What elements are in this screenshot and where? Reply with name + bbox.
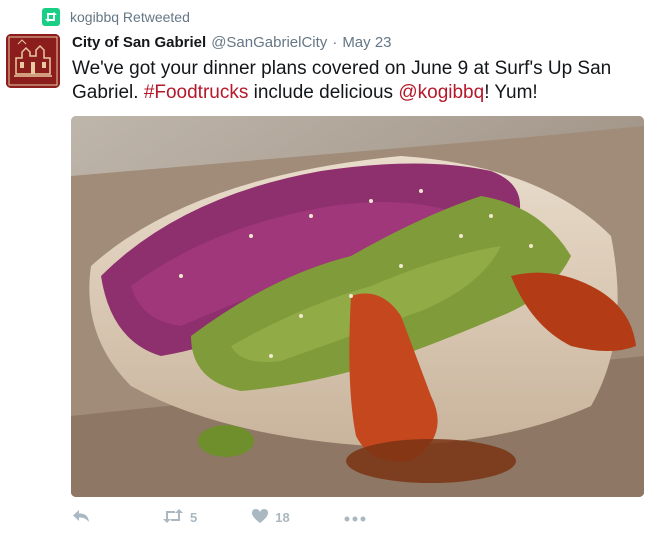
hashtag-link[interactable]: #Foodtrucks [144,82,249,103]
tweet-header: City of San Gabriel @SanGabrielCity · Ma… [72,34,392,51]
tweet-date[interactable]: May 23 [342,34,391,51]
like-count: 18 [275,510,290,525]
reply-icon [72,509,90,526]
more-button[interactable] [344,510,366,525]
tweet-text-part: ! Yum! [484,82,538,103]
retweet-count: 5 [190,510,198,525]
retweet-context: kogibbq Retweeted [42,8,190,26]
like-button[interactable]: 18 [251,508,290,527]
retweet-context-label[interactable]: kogibbq Retweeted [70,9,190,25]
mention-link[interactable]: @kogibbq [398,82,484,103]
author-handle[interactable]: @SanGabrielCity [211,34,327,51]
retweet-icon [162,509,184,526]
tweet-photo[interactable] [71,116,644,497]
more-icon [344,510,366,525]
tweet-text-part: include delicious [248,82,399,103]
tweet-text: We've got your dinner plans covered on J… [72,57,642,105]
reply-button[interactable] [72,509,90,526]
avatar[interactable] [6,34,60,88]
retweet-icon [42,8,60,26]
heart-icon [251,508,269,527]
retweet-button[interactable]: 5 [162,509,197,526]
header-separator: · [332,34,338,51]
author-name[interactable]: City of San Gabriel [72,34,206,51]
tweet-actions: 5 18 [72,508,366,527]
